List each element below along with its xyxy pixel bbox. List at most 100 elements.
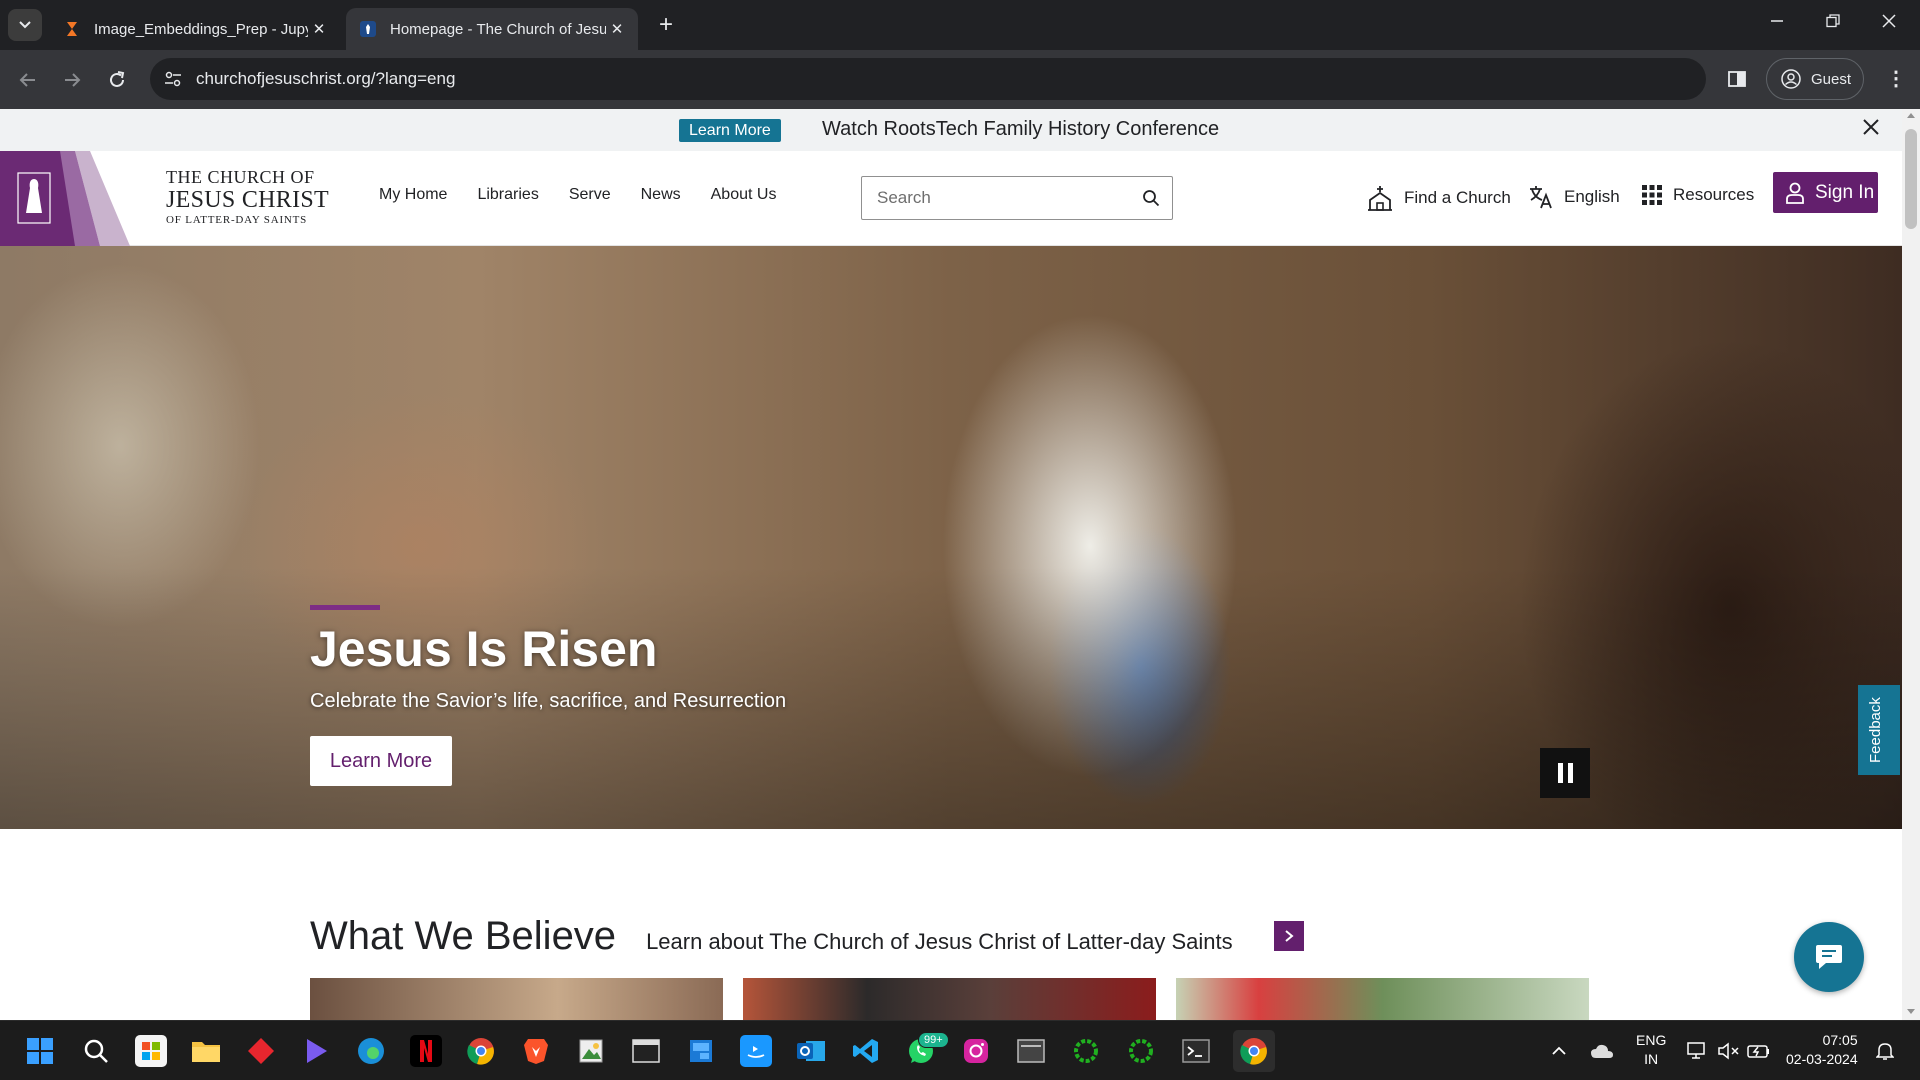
url-text: churchofjesuschrist.org/?lang=eng bbox=[196, 69, 456, 88]
prime-video-logo-icon bbox=[744, 1043, 768, 1059]
nav-about-us[interactable]: About Us bbox=[711, 186, 777, 204]
brave-icon[interactable] bbox=[520, 1035, 552, 1067]
terminal-window-icon[interactable] bbox=[630, 1035, 662, 1067]
window-grey-icon bbox=[1017, 1039, 1045, 1063]
scrollbar-thumb[interactable] bbox=[1905, 129, 1917, 229]
forward-button[interactable] bbox=[58, 66, 86, 94]
green-ring-icon bbox=[1074, 1039, 1098, 1063]
triangle-app-icon bbox=[307, 1039, 327, 1063]
nav-serve[interactable]: Serve bbox=[569, 186, 611, 204]
battery-icon[interactable] bbox=[1747, 1021, 1771, 1080]
announcement-banner: Learn More Watch RootsTech Family Histor… bbox=[0, 109, 1902, 151]
close-tab-icon[interactable]: ✕ bbox=[308, 20, 330, 38]
scroll-down-icon[interactable] bbox=[1907, 1009, 1915, 1014]
chrome-active-icon[interactable] bbox=[1233, 1030, 1275, 1072]
edge-browser-icon[interactable] bbox=[355, 1035, 387, 1067]
sign-in-button[interactable]: Sign In bbox=[1773, 172, 1878, 213]
site-logo-text[interactable]: THE CHURCH OF JESUS CHRIST OF LATTER-DAY… bbox=[166, 168, 329, 226]
find-a-church-link[interactable]: Find a Church bbox=[1366, 184, 1511, 212]
hero-learn-more-button[interactable]: Learn More bbox=[310, 736, 452, 786]
instagram-icon[interactable] bbox=[960, 1035, 992, 1067]
page-scrollbar[interactable] bbox=[1902, 109, 1920, 1020]
netflix-icon[interactable] bbox=[410, 1035, 442, 1067]
what-we-believe-section: What We Believe Learn about The Church o… bbox=[310, 914, 1233, 959]
start-button[interactable] bbox=[24, 1035, 56, 1067]
restore-button[interactable] bbox=[1826, 12, 1840, 33]
new-tab-button[interactable]: + bbox=[652, 12, 680, 40]
feedback-tab[interactable]: Feedback bbox=[1858, 685, 1900, 775]
terminal-icon[interactable] bbox=[1180, 1035, 1212, 1067]
chrome-logo-icon bbox=[1240, 1038, 1267, 1065]
green-ring-app-icon-2[interactable] bbox=[1125, 1035, 1157, 1067]
volume-muted-icon[interactable] bbox=[1718, 1021, 1740, 1080]
blue-app-icon[interactable] bbox=[685, 1035, 717, 1067]
close-icon[interactable] bbox=[1862, 118, 1880, 136]
close-window-button[interactable] bbox=[1882, 12, 1896, 33]
nav-my-home[interactable]: My Home bbox=[379, 186, 447, 204]
main-nav: My Home Libraries Serve News About Us bbox=[379, 186, 776, 204]
reload-button[interactable] bbox=[103, 66, 131, 94]
microsoft-store-icon[interactable] bbox=[135, 1035, 167, 1067]
profile-icon bbox=[1781, 69, 1801, 89]
hero-title: Jesus Is Risen bbox=[310, 621, 658, 677]
address-bar[interactable]: churchofjesuschrist.org/?lang=eng bbox=[150, 58, 1706, 100]
notifications-button[interactable] bbox=[1876, 1021, 1894, 1080]
believe-card-image[interactable] bbox=[310, 978, 723, 1020]
side-panel-button[interactable] bbox=[1728, 70, 1746, 93]
file-explorer-icon[interactable] bbox=[190, 1035, 222, 1067]
nav-news[interactable]: News bbox=[641, 186, 681, 204]
search-icon[interactable] bbox=[1142, 189, 1160, 207]
store-icon bbox=[142, 1042, 160, 1060]
chat-button[interactable] bbox=[1794, 922, 1864, 992]
minimize-icon bbox=[1771, 20, 1783, 22]
believe-card-image[interactable] bbox=[1176, 978, 1589, 1020]
section-subheading[interactable]: Learn about The Church of Jesus Christ o… bbox=[646, 929, 1233, 955]
chrome-logo-icon bbox=[467, 1038, 494, 1065]
tab-search-button[interactable] bbox=[8, 9, 42, 41]
page-viewport: Learn More Watch RootsTech Family Histor… bbox=[0, 109, 1920, 1020]
vscode-icon[interactable] bbox=[850, 1035, 882, 1067]
resources-menu[interactable]: Resources bbox=[1641, 184, 1754, 206]
onedrive-icon[interactable] bbox=[1590, 1021, 1614, 1080]
minimize-button[interactable] bbox=[1770, 12, 1784, 33]
outlook-icon[interactable] bbox=[795, 1035, 827, 1067]
virtual-machine-icon[interactable] bbox=[1015, 1035, 1047, 1067]
chrome-icon[interactable] bbox=[465, 1035, 497, 1067]
brave-lion-icon bbox=[524, 1039, 548, 1064]
image-viewer-icon[interactable] bbox=[575, 1035, 607, 1067]
banner-learn-more-button[interactable]: Learn More bbox=[679, 119, 781, 142]
notification-badge: 99+ bbox=[918, 1032, 949, 1048]
back-button[interactable] bbox=[14, 66, 42, 94]
cloud-icon bbox=[1591, 1044, 1613, 1058]
close-tab-icon[interactable]: ✕ bbox=[606, 20, 628, 38]
show-hidden-icons-button[interactable] bbox=[1552, 1021, 1566, 1080]
tab-church-homepage[interactable]: Homepage - The Church of Jesus Christ ✕ bbox=[346, 8, 638, 50]
nav-libraries[interactable]: Libraries bbox=[477, 186, 538, 204]
search-input[interactable] bbox=[862, 177, 1132, 219]
carousel-pause-button[interactable] bbox=[1540, 748, 1590, 798]
believe-next-button[interactable] bbox=[1274, 921, 1304, 951]
green-ring-app-icon[interactable] bbox=[1070, 1035, 1102, 1067]
section-heading: What We Believe bbox=[310, 914, 617, 958]
system-clock[interactable]: 07:05 02-03-2024 bbox=[1786, 1031, 1858, 1069]
language-selector[interactable]: English bbox=[1528, 184, 1620, 210]
believe-card-image[interactable] bbox=[743, 978, 1156, 1020]
taskbar-search-button[interactable] bbox=[80, 1035, 112, 1067]
network-icon[interactable] bbox=[1687, 1021, 1709, 1080]
input-language-indicator[interactable]: ENG IN bbox=[1636, 1031, 1666, 1069]
arrow-left-icon bbox=[19, 73, 35, 87]
scroll-up-icon[interactable] bbox=[1907, 113, 1915, 118]
app-purple-icon[interactable] bbox=[300, 1035, 332, 1067]
profile-button[interactable]: Guest bbox=[1766, 58, 1864, 100]
chevron-up-icon bbox=[1552, 1046, 1566, 1055]
find-a-church-label: Find a Church bbox=[1404, 188, 1511, 207]
christus-logo-icon[interactable] bbox=[0, 151, 130, 246]
tab-jupyter[interactable]: Image_Embeddings_Prep - Jupyter ✕ bbox=[50, 8, 340, 50]
browser-menu-button[interactable]: ⋮ bbox=[1886, 66, 1906, 91]
terminal-prompt-icon bbox=[1182, 1039, 1210, 1063]
browser-toolbar: churchofjesuschrist.org/?lang=eng Guest … bbox=[0, 50, 1920, 109]
app-red-diamond-icon[interactable] bbox=[245, 1035, 277, 1067]
prime-video-icon[interactable] bbox=[740, 1035, 772, 1067]
site-info-icon[interactable] bbox=[164, 70, 182, 88]
banner-message[interactable]: Watch RootsTech Family History Conferenc… bbox=[822, 118, 1219, 141]
